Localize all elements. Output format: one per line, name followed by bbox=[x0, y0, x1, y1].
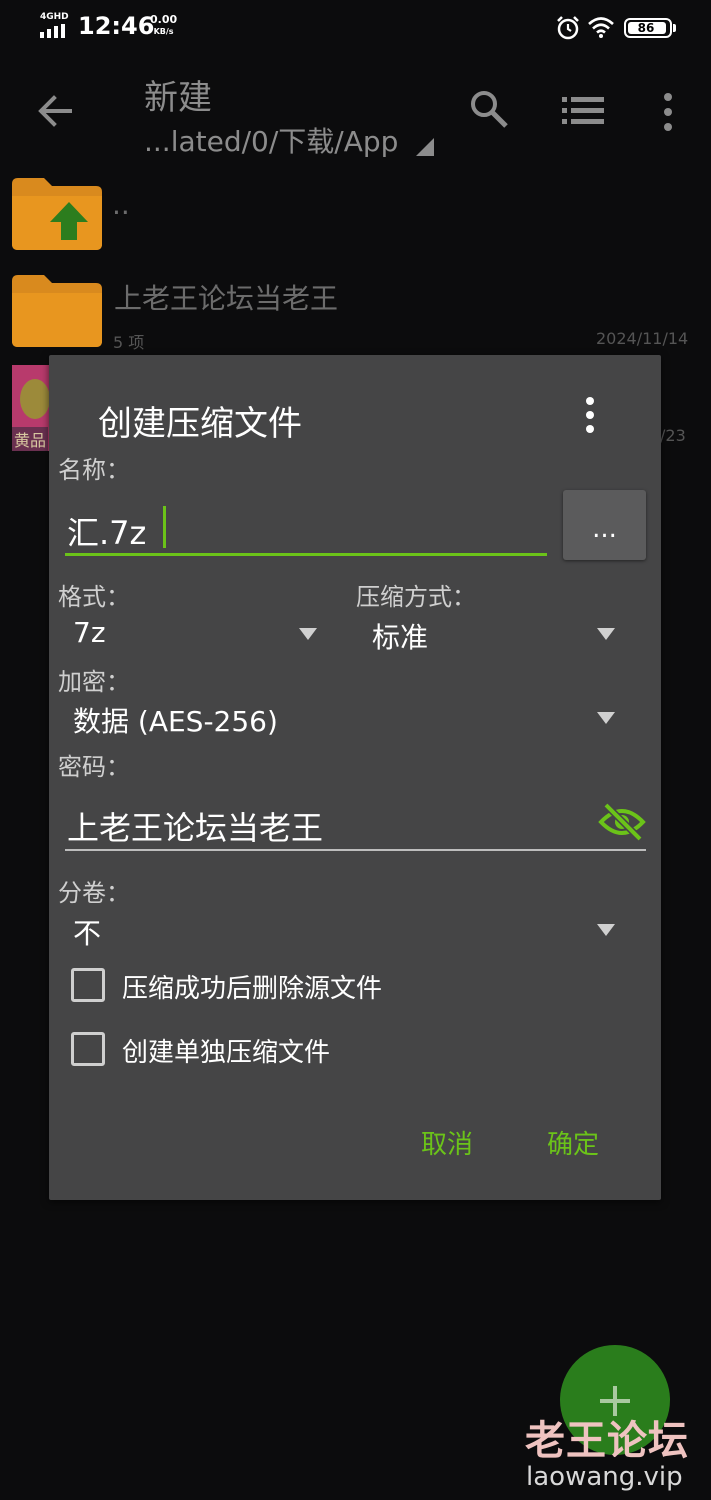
file-item-count: 5 项 bbox=[113, 333, 145, 352]
dropdown-arrow-icon bbox=[597, 712, 615, 724]
text-caret bbox=[163, 506, 166, 548]
folder-path[interactable]: ...lated/0/下载/App bbox=[144, 120, 398, 160]
folder-icon bbox=[12, 275, 102, 347]
back-arrow-icon[interactable] bbox=[32, 88, 78, 134]
speed-value: 0.00 bbox=[150, 13, 178, 26]
compression-method-label: 压缩方式： bbox=[356, 583, 476, 611]
thumbnail-label: 黄品 bbox=[12, 427, 49, 451]
dropdown-arrow-icon bbox=[299, 628, 317, 640]
browse-button[interactable]: ... bbox=[563, 490, 646, 560]
format-label: 格式： bbox=[58, 583, 130, 611]
file-name: .. bbox=[112, 188, 130, 221]
password-input[interactable]: 上老王论坛当老王 bbox=[65, 795, 646, 851]
battery-level: 86 bbox=[637, 21, 655, 35]
volume-value: 不 bbox=[73, 917, 102, 950]
watermark-url: laowang.vip bbox=[526, 1462, 683, 1492]
delete-source-option[interactable]: 压缩成功后删除源文件 bbox=[68, 964, 468, 1008]
battery-tip bbox=[673, 24, 676, 32]
encryption-dropdown[interactable]: 数据 (AES-256) bbox=[58, 694, 628, 742]
delete-source-checkbox[interactable] bbox=[71, 968, 105, 1002]
more-vert-icon[interactable] bbox=[658, 92, 678, 132]
folder-up-icon bbox=[12, 178, 102, 250]
file-name: 上老王论坛当老王 bbox=[114, 282, 339, 315]
signal-icon bbox=[40, 24, 65, 38]
list-view-icon[interactable] bbox=[562, 94, 604, 128]
compression-method-dropdown[interactable]: 标准 bbox=[356, 610, 626, 658]
archive-name-value: 汇.7z bbox=[67, 514, 147, 552]
list-item-parent[interactable]: .. bbox=[0, 170, 711, 260]
dropdown-arrow-icon bbox=[597, 924, 615, 936]
wifi-icon bbox=[588, 17, 614, 38]
encryption-value: 数据 (AES-256) bbox=[73, 705, 278, 738]
name-label: 名称： bbox=[58, 456, 130, 484]
format-dropdown[interactable]: 7z bbox=[58, 610, 328, 658]
dropdown-arrow-icon bbox=[597, 628, 615, 640]
separate-archives-option[interactable]: 创建单独压缩文件 bbox=[68, 1028, 468, 1072]
input-underline bbox=[65, 553, 547, 556]
status-bar: 4GHD 12:46 0.00 KB/s 86 bbox=[0, 0, 711, 56]
password-label: 密码： bbox=[58, 753, 130, 781]
alarm-icon bbox=[557, 16, 579, 40]
create-archive-dialog bbox=[49, 355, 661, 1200]
archive-name-input[interactable]: 汇.7z bbox=[65, 500, 547, 556]
folder-title: 新建 bbox=[144, 78, 212, 118]
list-item-folder[interactable]: 上老王论坛当老王 5 项 2024/11/14 bbox=[0, 265, 711, 355]
network-type: 4GHD bbox=[40, 12, 69, 22]
speed-unit: KB/s bbox=[153, 27, 174, 36]
volume-dropdown[interactable]: 不 bbox=[58, 906, 628, 954]
dialog-title: 创建压缩文件 bbox=[98, 404, 302, 444]
ok-button[interactable]: 确定 bbox=[547, 1124, 599, 1161]
encryption-label: 加密： bbox=[58, 668, 130, 696]
format-value: 7z bbox=[73, 616, 106, 649]
dialog-more-icon[interactable] bbox=[580, 396, 600, 434]
cancel-button[interactable]: 取消 bbox=[421, 1124, 473, 1161]
password-value: 上老王论坛当老王 bbox=[67, 809, 324, 847]
watermark-logo: 老王论坛 bbox=[525, 1418, 689, 1464]
status-time: 12:46 bbox=[78, 12, 155, 40]
file-date: /23 bbox=[660, 426, 686, 445]
battery-icon: 86 bbox=[624, 18, 672, 38]
file-date: 2024/11/14 bbox=[596, 329, 689, 348]
delete-source-label: 压缩成功后删除源文件 bbox=[122, 974, 383, 1004]
separate-archives-checkbox[interactable] bbox=[71, 1032, 105, 1066]
volume-label: 分卷： bbox=[58, 879, 130, 907]
input-underline bbox=[65, 849, 646, 851]
path-dropdown-icon[interactable] bbox=[416, 138, 434, 156]
compression-method-value: 标准 bbox=[372, 621, 429, 654]
separate-archives-label: 创建单独压缩文件 bbox=[122, 1038, 331, 1068]
image-thumbnail[interactable]: 黄品 bbox=[12, 365, 52, 451]
network-speed: 0.00 KB/s bbox=[150, 14, 177, 38]
visibility-off-icon[interactable] bbox=[598, 802, 646, 842]
search-icon[interactable] bbox=[468, 88, 510, 130]
